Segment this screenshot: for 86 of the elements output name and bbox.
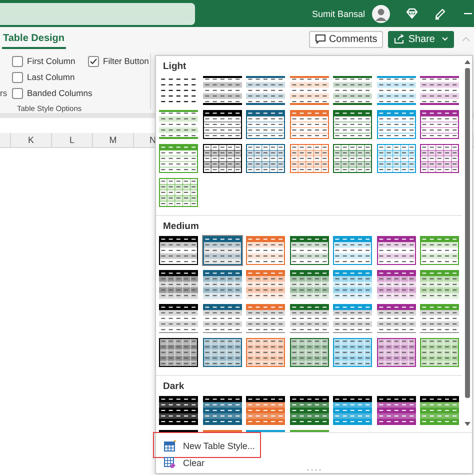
table-style-thumbnail[interactable] [288, 75, 330, 106]
table-style-thumbnail[interactable] [202, 235, 242, 266]
table-style-thumbnail[interactable] [376, 143, 416, 174]
checkbox-label[interactable]: First Column [27, 56, 76, 66]
minimize-icon[interactable] [464, 12, 472, 14]
table-style-thumbnail[interactable] [376, 109, 416, 140]
table-style-thumbnail[interactable] [288, 337, 330, 368]
clear-item[interactable]: Clear [156, 454, 213, 471]
table-style-thumbnail[interactable] [288, 303, 330, 334]
table-style-thumbnail[interactable] [158, 177, 199, 208]
table-style-thumbnail[interactable] [158, 235, 199, 266]
table-style-thumbnail[interactable] [376, 75, 416, 106]
avatar-icon[interactable] [372, 4, 390, 22]
table-style-thumbnail[interactable] [332, 109, 373, 140]
table-style-thumbnail[interactable] [158, 337, 199, 368]
table-style-thumbnail[interactable] [419, 109, 460, 140]
option-label: rs [0, 88, 8, 98]
table-style-thumbnail[interactable] [158, 143, 199, 174]
table-style-thumbnail[interactable] [245, 75, 286, 106]
table-style-thumbnail[interactable] [245, 269, 286, 300]
table-style-thumbnail[interactable] [376, 235, 416, 266]
checkbox[interactable] [88, 56, 99, 66]
ribbon-tab[interactable]: Table Design [2, 29, 66, 49]
table-style-thumbnail[interactable] [332, 235, 373, 266]
table-style-thumbnail[interactable] [158, 269, 199, 300]
search-field[interactable] [0, 2, 195, 24]
user-name: Sumit Bansal [312, 8, 365, 18]
table-style-thumbnail[interactable] [202, 75, 242, 106]
table-style-thumbnail[interactable] [158, 303, 199, 334]
share-icon [394, 34, 406, 44]
table-style-thumbnail[interactable] [288, 109, 330, 140]
table-style-thumbnail[interactable] [245, 337, 286, 368]
table-style-thumbnail[interactable] [245, 143, 286, 174]
table-style-thumbnail[interactable] [288, 143, 330, 174]
table-style-thumbnail[interactable] [288, 269, 330, 300]
diamond-icon[interactable] [406, 8, 418, 19]
table-style-thumbnail[interactable] [332, 269, 373, 300]
table-style-thumbnail[interactable] [202, 303, 242, 334]
table-style-thumbnail[interactable] [332, 143, 373, 174]
table-style-thumbnail[interactable] [376, 337, 416, 368]
table-style-thumbnail[interactable] [202, 395, 242, 426]
column-header[interactable]: K [11, 133, 52, 147]
table-style-thumbnail[interactable] [245, 235, 286, 266]
column-header[interactable]: M [93, 133, 134, 147]
table-style-thumbnail[interactable] [419, 337, 460, 368]
table-eraser-icon [164, 456, 176, 468]
table-style-thumbnail[interactable] [419, 303, 460, 334]
table-add-icon [164, 440, 176, 452]
column-header[interactable]: L [52, 133, 93, 147]
caret-icon [442, 37, 448, 41]
table-style-thumbnail[interactable] [288, 235, 330, 266]
table-style-thumbnail[interactable] [376, 395, 416, 426]
table-style-thumbnail[interactable] [419, 143, 460, 174]
table-style-thumbnail[interactable] [419, 395, 460, 426]
table-style-thumbnail[interactable] [202, 269, 242, 300]
checkbox-label[interactable]: Banded Columns [27, 88, 92, 98]
table-style-thumbnail[interactable] [332, 395, 373, 426]
table-style-thumbnail[interactable] [332, 75, 373, 106]
table-style-thumbnail[interactable] [202, 337, 242, 368]
table-style-thumbnail[interactable] [288, 395, 330, 426]
table-style-thumbnail[interactable] [419, 269, 460, 300]
section-heading: Light [163, 61, 186, 72]
table-style-thumbnail[interactable] [419, 75, 460, 106]
table-style-thumbnail[interactable] [332, 337, 373, 368]
comment-icon [314, 34, 326, 44]
comments-button[interactable]: Comments [308, 30, 384, 48]
section-heading: Dark [163, 381, 184, 392]
table-style-thumbnail[interactable] [332, 303, 373, 334]
table-style-thumbnail[interactable] [245, 395, 286, 426]
table-style-thumbnail[interactable] [376, 303, 416, 334]
table-style-thumbnail[interactable] [158, 109, 199, 140]
share-button[interactable]: Share [388, 30, 454, 48]
pen-icon[interactable] [434, 8, 446, 20]
checkbox[interactable] [12, 56, 23, 66]
checkbox-label[interactable]: Filter Button [103, 56, 149, 66]
table-style-thumbnail[interactable] [376, 269, 416, 300]
table-style-thumbnail[interactable] [245, 303, 286, 334]
checkbox[interactable] [12, 72, 23, 82]
table-style-thumbnail[interactable] [419, 235, 460, 266]
checkbox[interactable] [12, 88, 23, 98]
table-style-thumbnail[interactable] [202, 143, 242, 174]
section-heading: Medium [163, 221, 199, 232]
table-style-thumbnail[interactable] [202, 109, 242, 140]
checkbox-label[interactable]: Last Column [27, 72, 75, 82]
new-table-style-item[interactable]: New Table Style... [156, 437, 263, 454]
table-style-thumbnail[interactable] [245, 109, 286, 140]
